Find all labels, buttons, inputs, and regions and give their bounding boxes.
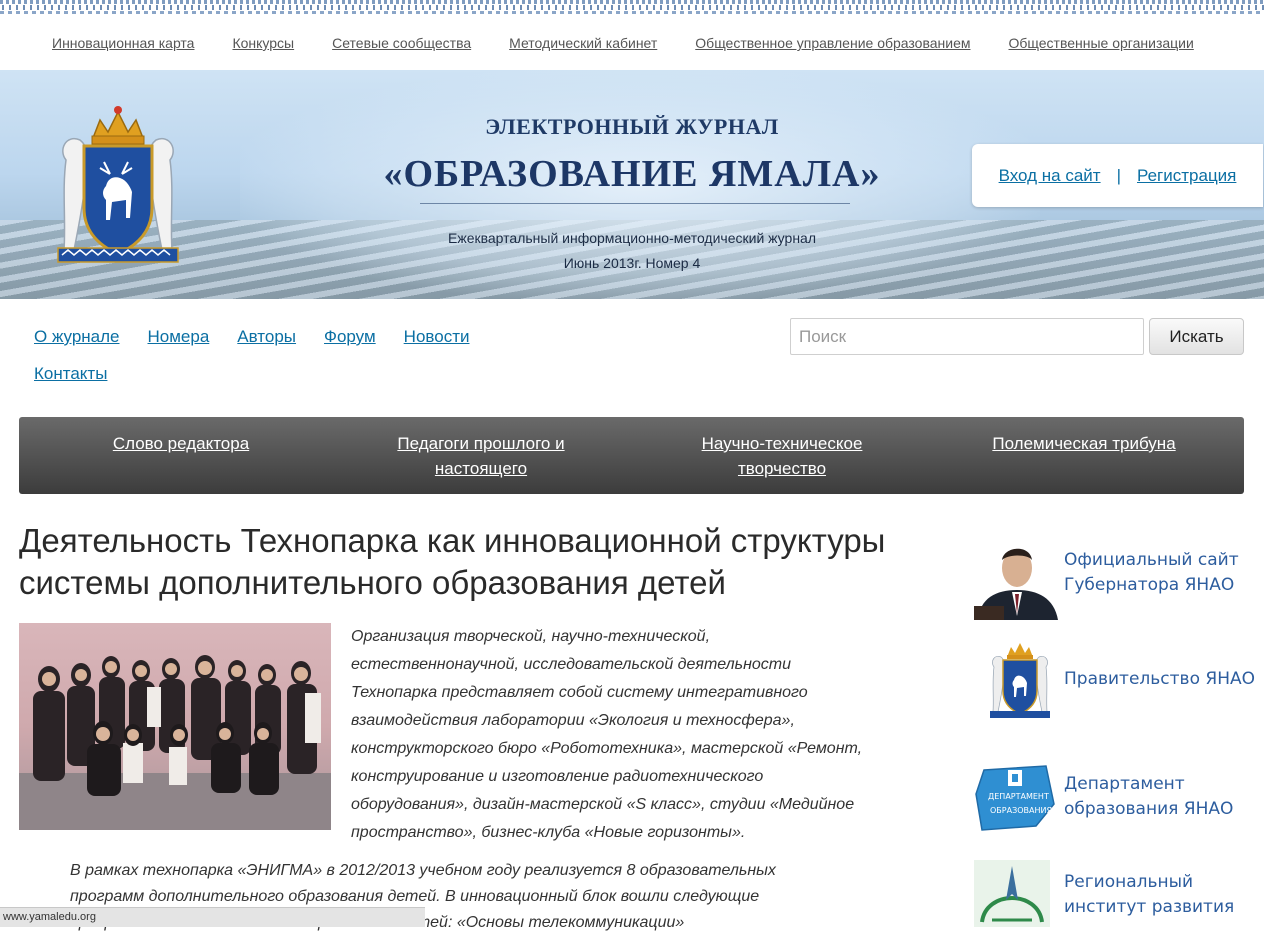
main-navigation: О журнале Номера Авторы Форум Новости Контакт…: [34, 318, 554, 392]
group-photo-illustration: [19, 655, 331, 830]
nav-issues[interactable]: Номера: [148, 318, 210, 355]
category-label: Научно-техническое: [701, 434, 863, 453]
intro-line: естественнонаучной, исследовательской де…: [351, 656, 792, 673]
search-button[interactable]: Искать: [1149, 318, 1244, 355]
category-label: Педагоги прошлого и: [397, 434, 565, 453]
intro-line: Технопарка представляет собой систему ин…: [351, 684, 808, 701]
sidebar-label: Региональный: [1064, 872, 1194, 892]
category-label: Слово редактора: [112, 434, 250, 453]
category-label: настоящего: [434, 459, 528, 478]
magazine-issue: Июнь 2013г. Номер 4: [563, 255, 701, 271]
auth-separator: |: [1116, 165, 1121, 185]
paragraph-line: В рамках технопарка «ЭНИГМА» в 2012/2013…: [70, 862, 776, 879]
top-nav-innovation-map[interactable]: Инновационная карта: [52, 35, 194, 51]
nav-authors[interactable]: Авторы: [237, 318, 296, 355]
sidebar-label: институт развития: [1064, 897, 1235, 917]
article-intro: Организация творческой, научно-техническ…: [351, 623, 941, 847]
intro-line: оборудования», дизайн-мастерской «S клас…: [351, 796, 855, 813]
top-nav-public-organizations[interactable]: Общественные организации: [1009, 35, 1194, 51]
header-banner: ЭЛЕКТРОННЫЙ ЖУРНАЛ «ОБРАЗОВАНИЕ ЯМАЛА» Е…: [0, 70, 1264, 299]
category-label: творчество: [737, 459, 827, 478]
sidebar-label: образования ЯНАО: [1064, 799, 1234, 819]
auth-box: Вход на сайт | Регистрация: [972, 144, 1263, 207]
sidebar-label: Официальный сайт: [1064, 550, 1239, 570]
article-title: Деятельность Технопарка как инновационно…: [19, 520, 949, 604]
intro-line: пространство», бизнес-клуба «Новые гориз…: [351, 824, 746, 841]
group-photo: [19, 623, 331, 830]
department-badge-text: ДЕПАРТАМЕНТ: [988, 792, 1049, 801]
browser-status-bar: www.yamaledu.org: [0, 907, 425, 927]
decorative-ornament-border: [0, 0, 1264, 16]
top-navigation: Инновационная карта Конкурсы Сетевые соо…: [0, 16, 1264, 70]
title-divider: [420, 203, 850, 204]
login-link[interactable]: Вход на сайт: [999, 166, 1101, 186]
top-nav-network-communities[interactable]: Сетевые сообщества: [332, 35, 471, 51]
sidebar-governor-site[interactable]: Официальный сайт Губернатора ЯНАО: [974, 536, 1260, 620]
article-title-line: Деятельность Технопарка как инновационно…: [19, 522, 886, 559]
yamal-emblem-icon: [990, 643, 1050, 718]
sidebar-education-department[interactable]: ДЕПАРТАМЕНТ ОБРАЗОВАНИЯ Департамент обра…: [974, 764, 1260, 834]
top-nav-methodical-office[interactable]: Методический кабинет: [509, 35, 657, 51]
top-nav-public-management[interactable]: Общественное управление образованием: [695, 35, 970, 51]
intro-line: Организация творческой, научно-техническ…: [351, 628, 711, 645]
sidebar-label: Правительство ЯНАО: [1064, 669, 1255, 689]
category-label: Полемическая трибуна: [992, 434, 1176, 453]
nav-about[interactable]: О журнале: [34, 318, 120, 355]
department-badge-text: ОБРАЗОВАНИЯ: [990, 806, 1053, 815]
regional-institute-icon: [974, 860, 1050, 927]
category-technical-creativity[interactable]: Научно-техническое творчество: [677, 431, 887, 481]
nav-news[interactable]: Новости: [404, 318, 470, 355]
paragraph-line: программ дополнительного образования дет…: [70, 888, 760, 905]
intro-line: взаимодействия лаборатории «Экология и т…: [351, 712, 795, 729]
sidebar-government[interactable]: Правительство ЯНАО: [974, 632, 1260, 724]
intro-line: конструирование и изготовление радиотехн…: [351, 768, 764, 785]
category-teachers[interactable]: Педагоги прошлого и настоящего: [371, 431, 591, 481]
sidebar-label: Департамент: [1064, 774, 1185, 794]
category-polemic-tribune[interactable]: Полемическая трибуна: [971, 431, 1197, 456]
status-url: www.yamaledu.org: [3, 911, 96, 923]
nav-forum[interactable]: Форум: [324, 318, 376, 355]
category-editor-word[interactable]: Слово редактора: [79, 431, 283, 456]
category-bar: Слово редактора Педагоги прошлого и наст…: [19, 417, 1244, 494]
article-title-line: системы дополнительного образования дете…: [19, 564, 726, 601]
register-link[interactable]: Регистрация: [1137, 166, 1236, 186]
sidebar-regional-institute[interactable]: Региональный институт развития: [974, 860, 1260, 927]
magazine-subtitle: ЭЛЕКТРОННЫЙ ЖУРНАЛ: [485, 114, 779, 139]
top-nav-contests[interactable]: Конкурсы: [232, 35, 294, 51]
magazine-description: Ежеквартальный информационно-методически…: [448, 230, 816, 246]
governor-portrait-icon: [974, 536, 1060, 620]
sidebar-label: Губернатора ЯНАО: [1064, 575, 1235, 595]
nav-contacts[interactable]: Контакты: [34, 355, 107, 392]
search-input[interactable]: [790, 318, 1144, 355]
intro-line: конструкторского бюро «Робототехника», м…: [351, 740, 863, 757]
